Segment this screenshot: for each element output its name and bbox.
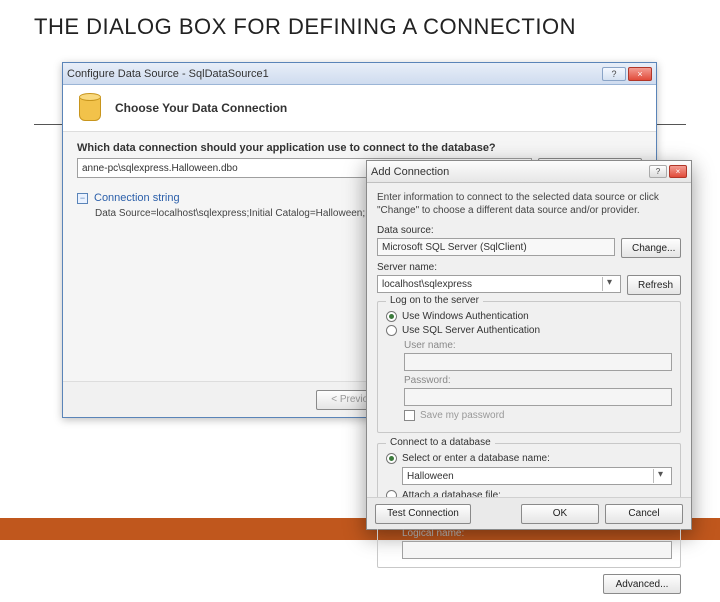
radio-icon: [386, 453, 397, 464]
wizard-titlebar[interactable]: Configure Data Source - SqlDataSource1 ?…: [63, 63, 656, 85]
logical-name-field: [402, 541, 672, 559]
data-source-label: Data source:: [377, 225, 681, 236]
logon-group-title: Log on to the server: [386, 295, 483, 306]
auth-windows-radio[interactable]: Use Windows Authentication: [386, 311, 672, 322]
auth-sql-label: Use SQL Server Authentication: [402, 325, 540, 336]
help-button[interactable]: ?: [602, 67, 626, 81]
wizard-step-title: Choose Your Data Connection: [115, 101, 287, 115]
password-label: Password:: [404, 375, 672, 386]
server-name-combo[interactable]: localhost\sqlexpress ▾: [377, 275, 621, 293]
select-db-radio[interactable]: Select or enter a database name:: [386, 453, 672, 464]
save-password-label: Save my password: [420, 410, 504, 421]
slide-title: THE DIALOG BOX FOR DEFINING A CONNECTION: [0, 0, 720, 48]
wizard-header: Choose Your Data Connection: [63, 85, 656, 132]
dialog-title: Add Connection: [371, 166, 449, 178]
help-button[interactable]: ?: [649, 165, 667, 178]
collapse-icon: −: [77, 193, 88, 204]
close-button[interactable]: ×: [669, 165, 687, 178]
auth-windows-label: Use Windows Authentication: [402, 311, 529, 322]
username-label: User name:: [404, 340, 672, 351]
add-connection-titlebar[interactable]: Add Connection ? ×: [367, 161, 691, 183]
wizard-title: Configure Data Source - SqlDataSource1: [67, 68, 269, 80]
test-connection-button[interactable]: Test Connection: [375, 504, 471, 524]
dialog-footer: Test Connection OK Cancel: [367, 497, 691, 529]
database-name-value: Halloween: [407, 471, 454, 482]
username-field: [404, 353, 672, 371]
connection-combo-value: anne-pc\sqlexpress.Halloween.dbo: [82, 163, 238, 174]
database-icon: [75, 93, 105, 123]
connection-question: Which data connection should your applic…: [77, 142, 642, 154]
database-group-title: Connect to a database: [386, 437, 495, 448]
database-name-combo[interactable]: Halloween ▾: [402, 467, 672, 485]
add-connection-dialog: Add Connection ? × Enter information to …: [366, 160, 692, 530]
checkbox-icon: [404, 410, 415, 421]
logon-group: Log on to the server Use Windows Authent…: [377, 301, 681, 433]
expander-label: Connection string: [94, 192, 180, 204]
ok-button[interactable]: OK: [521, 504, 599, 524]
chevron-down-icon: ▾: [602, 277, 616, 291]
close-button[interactable]: ×: [628, 67, 652, 81]
save-password-check: Save my password: [404, 410, 672, 421]
radio-icon: [386, 325, 397, 336]
data-source-value: Microsoft SQL Server (SqlClient): [382, 242, 527, 253]
select-db-label: Select or enter a database name:: [402, 453, 550, 464]
change-button[interactable]: Change...: [621, 238, 681, 258]
auth-sql-radio[interactable]: Use SQL Server Authentication: [386, 325, 672, 336]
logical-name-label: Logical name:: [402, 528, 672, 539]
server-name-value: localhost\sqlexpress: [382, 279, 472, 290]
radio-icon: [386, 311, 397, 322]
refresh-button[interactable]: Refresh: [627, 275, 681, 295]
server-name-label: Server name:: [377, 262, 681, 273]
data-source-field: Microsoft SQL Server (SqlClient): [377, 238, 615, 256]
advanced-button[interactable]: Advanced...: [603, 574, 681, 594]
chevron-down-icon: ▾: [653, 469, 667, 483]
password-field: [404, 388, 672, 406]
dialog-intro: Enter information to connect to the sele…: [377, 191, 681, 217]
cancel-button[interactable]: Cancel: [605, 504, 683, 524]
